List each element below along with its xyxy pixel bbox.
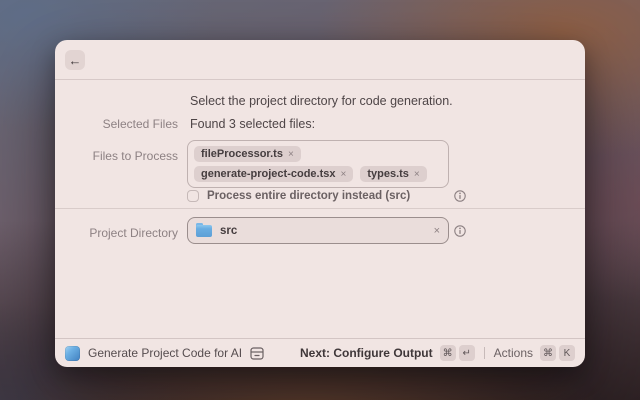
k-key[interactable]: K bbox=[559, 345, 575, 361]
section-divider bbox=[55, 208, 585, 209]
form-window-icon bbox=[250, 347, 264, 360]
process-directory-checkbox[interactable] bbox=[187, 190, 199, 202]
files-tag-picker[interactable]: fileProcessor.ts × generate-project-code… bbox=[187, 140, 449, 188]
clear-directory-icon[interactable]: × bbox=[434, 225, 440, 237]
info-icon[interactable] bbox=[454, 225, 466, 237]
form-content: Select the project directory for code ge… bbox=[55, 40, 585, 367]
primary-action-button[interactable]: Next: Configure Output bbox=[300, 346, 433, 360]
extension-app-icon bbox=[65, 346, 80, 361]
checkbox-label: Process entire directory instead (src) bbox=[207, 190, 410, 202]
project-directory-value: src bbox=[220, 225, 237, 237]
cmd-key[interactable]: ⌘ bbox=[440, 345, 456, 361]
file-tag: types.ts × bbox=[360, 166, 426, 182]
raycast-window: ← Select the project directory for code … bbox=[55, 40, 585, 367]
file-tag: fileProcessor.ts × bbox=[194, 146, 301, 162]
folder-icon bbox=[196, 225, 212, 237]
remove-tag-icon[interactable]: × bbox=[414, 169, 420, 180]
project-directory-label: Project Directory bbox=[55, 226, 178, 240]
footer-action-bar: Generate Project Code for AI Next: Confi… bbox=[55, 338, 585, 367]
file-tag-name: fileProcessor.ts bbox=[201, 148, 283, 160]
remove-tag-icon[interactable]: × bbox=[340, 169, 346, 180]
directory-checkbox-row: Process entire directory instead (src) bbox=[187, 189, 410, 203]
form-description: Select the project directory for code ge… bbox=[190, 94, 453, 108]
file-tag: generate-project-code.tsx × bbox=[194, 166, 353, 182]
actions-menu-button[interactable]: Actions bbox=[494, 346, 533, 360]
info-icon[interactable] bbox=[454, 190, 466, 202]
return-key[interactable]: ↵ bbox=[459, 345, 475, 361]
files-to-process-label: Files to Process bbox=[55, 149, 178, 163]
footer-divider bbox=[484, 347, 485, 359]
project-directory-input[interactable]: src × bbox=[187, 217, 449, 244]
file-tag-name: generate-project-code.tsx bbox=[201, 168, 335, 180]
command-title: Generate Project Code for AI bbox=[88, 346, 242, 360]
selected-files-label: Selected Files bbox=[55, 117, 178, 131]
selected-files-value: Found 3 selected files: bbox=[190, 117, 315, 131]
cmd-key[interactable]: ⌘ bbox=[540, 345, 556, 361]
file-tag-name: types.ts bbox=[367, 168, 409, 180]
remove-tag-icon[interactable]: × bbox=[288, 149, 294, 160]
